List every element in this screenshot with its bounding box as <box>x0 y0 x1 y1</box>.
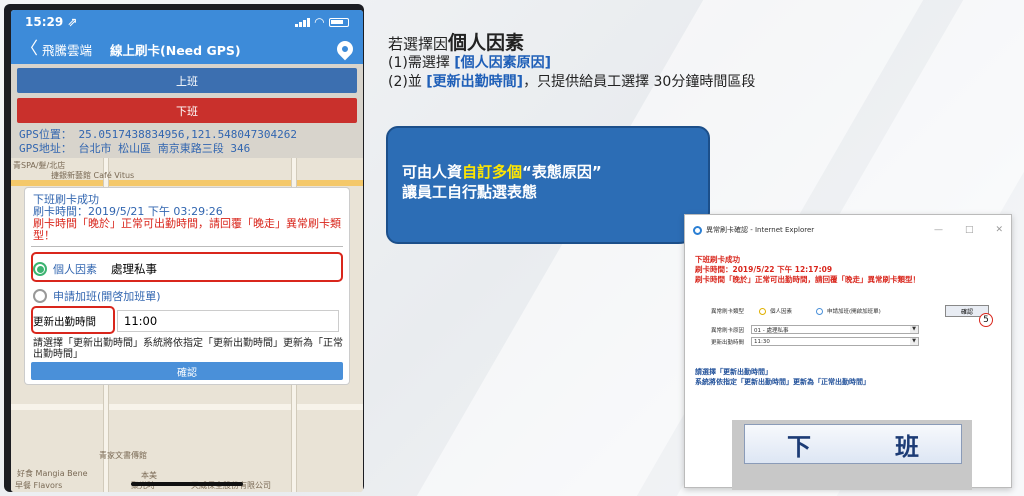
map-label: 早餐 Flavors <box>15 481 63 490</box>
ie-reason-value: 01 - 處理私事 <box>754 327 789 334</box>
headline-bold: 個人因素 <box>448 32 525 54</box>
ie-note1: 請選擇「更新出勤時間」 <box>695 368 772 376</box>
dialog-warning: 刷卡時間「晚於」正常可出勤時間，請回覆「晚走」異常刷卡類型！ <box>33 217 341 242</box>
back-button-label[interactable]: 飛騰雲端 <box>42 40 92 59</box>
map-label: 捷銀新藝館 Café Vitus <box>51 171 135 180</box>
headline-title: 若選擇因個人因素 <box>388 34 755 54</box>
divider <box>31 246 343 247</box>
ie-type-row: 異常刷卡類型 個人因素 申請加班(開啟加班單) <box>711 307 881 315</box>
headline-prefix: 若選擇因 <box>388 35 449 53</box>
big-button-right: 班 <box>895 432 919 461</box>
option-overtime[interactable]: 申請加班(開啓加班單) <box>33 288 161 304</box>
callout-prefix: 可由人資 <box>402 163 463 181</box>
time-label: 更新出勤時間 <box>33 315 96 328</box>
dialog-description: 請選擇「更新出勤時間」系統將依指定「更新出勤時間」更新為「正常出勤時間」 <box>33 338 343 360</box>
ie-reason-row: 異常刷卡原因 01 - 處理私事 ▼ <box>711 325 919 334</box>
battery-icon <box>329 17 349 27</box>
clock-in-button[interactable]: 上班 <box>17 68 357 93</box>
ie-form: 異常刷卡類型 個人因素 申請加班(開啟加班單) 確認 異常刷卡原因 01 - 處… <box>695 301 1003 359</box>
line2-blue: [更新出勤時間] <box>426 74 524 90</box>
nav-bar: 〈 飛騰雲端 線上刷卡(Need GPS) <box>11 34 363 64</box>
map-road <box>11 404 363 410</box>
gps-info: GPS位置： 25.0517438834956,121.548047304262… <box>19 128 297 156</box>
clock-dialog: 下班刷卡成功 刷卡時間：2019/5/21 下午 03:29:26 刷卡時間「晚… <box>25 188 349 384</box>
line2-suffix: ，只提供給員工選擇 30分鐘時間區段 <box>523 74 756 90</box>
ie-body: 下班刷卡成功 刷卡時間：2019/5/22 下午 12:17:09 刷卡時間「晚… <box>695 245 1001 386</box>
headline-line1: (1)需選擇 [個人因素原因] <box>388 54 755 73</box>
ie-type-label: 異常刷卡類型 <box>711 309 745 315</box>
option-personal[interactable]: 個人因素 處理私事 <box>33 258 305 280</box>
clock-out-big-button[interactable]: 下 班 <box>744 424 962 464</box>
callout-line1: 可由人資自訂多個“表態原因” <box>402 162 708 182</box>
ie-line3: 刷卡時間「晚於」正常可出勤時間，請回覆「晚走」異常刷卡類型！ <box>695 275 920 284</box>
map-label: 青家文書傳館 <box>99 451 147 460</box>
ie-time-select[interactable]: 11:30 ▼ <box>751 337 919 346</box>
line1-blue: [個人因素原因] <box>454 55 552 71</box>
chevron-down-icon[interactable]: ▼ <box>910 326 918 333</box>
big-button-left: 下 <box>787 432 811 461</box>
ie-messages: 下班刷卡成功 刷卡時間：2019/5/22 下午 12:17:09 刷卡時間「晚… <box>695 255 1001 285</box>
headline: 若選擇因個人因素 (1)需選擇 [個人因素原因] (2)並 [更新出勤時間]，只… <box>388 34 755 92</box>
gps-position: GPS位置： 25.0517438834956,121.548047304262 <box>19 128 298 141</box>
close-icon[interactable]: ✕ <box>995 225 1003 235</box>
clock-out-button[interactable]: 下班 <box>17 98 357 123</box>
location-pin-icon[interactable] <box>333 37 357 61</box>
line1-prefix: (1)需選擇 <box>388 55 455 71</box>
page-title: 線上刷卡(Need GPS) <box>110 42 241 58</box>
ie-time-value: 11:30 <box>754 338 770 345</box>
callout-box: 可由人資自訂多個“表態原因” 讓員工自行點選表態 <box>386 126 710 244</box>
minimize-icon[interactable]: — <box>934 225 943 235</box>
phone-frame: 15:29 ⇗ ◠ 〈 飛騰雲端 線上刷卡(Need GPS) 上班 下班 GP… <box>4 4 364 492</box>
time-select[interactable]: 11:00 <box>117 310 339 332</box>
ie-time-row: 更新出勤時間 11:30 ▼ <box>711 337 919 346</box>
confirm-button[interactable]: 確認 <box>31 362 343 380</box>
ie-line2: 刷卡時間：2019/5/22 下午 12:17:09 <box>695 265 833 274</box>
headline-line2: (2)並 [更新出勤時間]，只提供給員工選擇 30分鐘時間區段 <box>388 73 755 92</box>
radio-selected-icon[interactable] <box>33 262 47 276</box>
ie-reason-select[interactable]: 01 - 處理私事 ▼ <box>751 325 919 334</box>
home-indicator <box>131 482 243 486</box>
ie-note: 請選擇「更新出勤時間」 系統將依指定「更新出勤時間」更新為「正常出勤時間」 <box>695 367 870 387</box>
maximize-icon[interactable]: □ <box>965 225 974 235</box>
reason-select[interactable]: 處理私事 <box>105 258 305 280</box>
back-icon[interactable]: 〈 <box>21 40 38 58</box>
phone-screen: 15:29 ⇗ ◠ 〈 飛騰雲端 線上刷卡(Need GPS) 上班 下班 GP… <box>11 10 363 492</box>
wifi-icon: ◠ <box>314 15 324 29</box>
chevron-down-icon[interactable]: ▼ <box>910 338 918 345</box>
ie-radio-overtime[interactable]: 申請加班(開啟加班單) <box>827 307 881 315</box>
option-overtime-label: 申請加班(開啓加班單) <box>53 290 161 303</box>
gps-address: GPS地址： 台北市 松山區 南京東路三段 346 <box>19 142 251 155</box>
callout-yellow: 自訂多個 <box>462 163 523 181</box>
callout-suffix: “表態原因” <box>522 163 602 181</box>
status-time: 15:29 ⇗ <box>25 15 78 29</box>
ie-reason-label: 異常刷卡原因 <box>711 327 745 334</box>
ie-title: 異常刷卡確認 - Internet Explorer <box>706 226 815 234</box>
ie-note2: 系統將依指定「更新出勤時間」更新為「正常出勤時間」 <box>695 378 870 386</box>
ie-radio-overtime-icon[interactable] <box>816 307 824 315</box>
option-personal-label: 個人因素 <box>53 263 97 276</box>
status-icons: ◠ <box>294 15 349 29</box>
signal-icon <box>294 17 310 27</box>
time-row: 更新出勤時間 11:00 <box>33 310 339 332</box>
ie-time-label: 更新出勤時間 <box>711 339 745 346</box>
callout-line2: 讓員工自行點選表態 <box>402 183 538 201</box>
ie-logo-icon <box>693 225 702 235</box>
dialog-title: 下班刷卡成功 刷卡時間：2019/5/21 下午 03:29:26 <box>33 194 223 218</box>
step-marker: 5 <box>979 313 993 327</box>
ie-radio-personal-icon[interactable] <box>759 307 766 315</box>
ie-line1: 下班刷卡成功 <box>695 255 740 264</box>
window-controls: — □ ✕ <box>934 225 1003 235</box>
radio-icon[interactable] <box>33 289 47 303</box>
map-label: 好食 Mangia Bene <box>17 469 88 478</box>
status-bar: 15:29 ⇗ ◠ <box>11 10 363 34</box>
ie-radio-personal[interactable]: 個人因素 <box>770 307 792 315</box>
ie-titlebar: 異常刷卡確認 - Internet Explorer — □ ✕ <box>685 215 1011 245</box>
line2-prefix: (2)並 <box>388 74 427 90</box>
